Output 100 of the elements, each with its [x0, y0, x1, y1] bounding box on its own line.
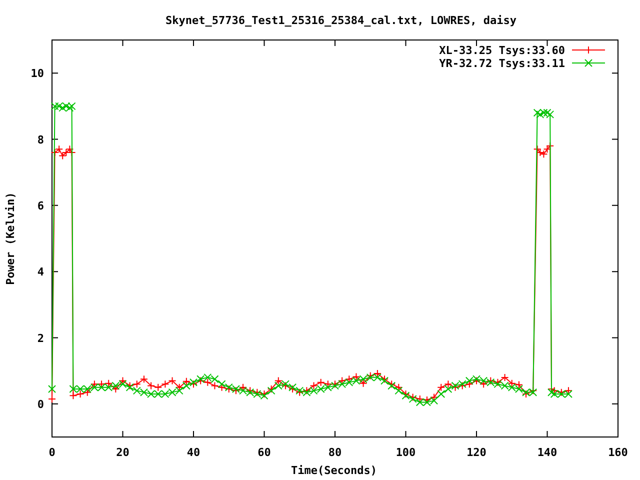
data-point: [546, 110, 554, 118]
data-point: [310, 382, 318, 390]
data-point: [104, 379, 113, 388]
data-point: [58, 104, 67, 112]
data-point: [83, 388, 92, 396]
data-point: [239, 383, 248, 392]
data-point: [550, 386, 558, 395]
data-point: [494, 378, 502, 386]
x-tick-label: 80: [328, 446, 342, 459]
data-point: [480, 380, 488, 388]
data-point: [288, 385, 297, 394]
data-point: [338, 380, 346, 388]
data-point: [430, 393, 438, 402]
data-point: [224, 385, 233, 394]
data-point: [324, 380, 332, 388]
y-tick-label: 8: [37, 133, 44, 146]
data-point: [168, 376, 176, 385]
data-point: [345, 378, 354, 386]
data-point: [90, 383, 98, 392]
data-point: [543, 145, 552, 154]
x-tick-label: 140: [537, 446, 558, 459]
data-point: [338, 376, 346, 385]
data-point: [536, 148, 544, 156]
data-point: [50, 148, 59, 156]
x-tick-label: 100: [396, 446, 416, 459]
data-point: [132, 380, 141, 388]
data-point: [564, 386, 572, 395]
data-point: [522, 388, 530, 396]
data-point: [508, 379, 516, 388]
data-point: [68, 102, 76, 110]
data-point: [62, 148, 70, 156]
data-point: [444, 385, 452, 394]
data-point: [62, 102, 70, 110]
data-point: [204, 373, 212, 382]
data-point: [161, 380, 170, 388]
x-tick-label: 40: [186, 446, 200, 459]
data-point: [132, 386, 141, 395]
legend-label: YR-32.72 Tsys:33.11: [439, 57, 565, 70]
y-tick-label: 10: [30, 67, 44, 80]
x-tick-label: 20: [116, 446, 130, 459]
data-point: [533, 145, 542, 154]
data-point: [352, 376, 360, 385]
data-point: [416, 394, 424, 403]
data-point: [536, 110, 544, 118]
data-point: [373, 369, 382, 378]
data-point: [239, 386, 248, 395]
data-point: [352, 372, 360, 381]
data-point: [316, 378, 325, 386]
x-tick-label: 160: [608, 446, 628, 459]
chart-title: Skynet_57736_Test1_25316_25384_cal.txt, LOWRES, daisy: [166, 14, 516, 27]
data-point: [540, 150, 548, 158]
data-point: [416, 398, 424, 406]
data-point: [310, 386, 318, 395]
x-tick-label: 0: [48, 446, 56, 459]
data-point: [50, 102, 59, 110]
data-point: [118, 380, 127, 388]
data-point: [253, 388, 262, 396]
y-tick-label: 2: [37, 332, 44, 345]
data-point: [154, 383, 162, 392]
data-point: [98, 380, 106, 388]
data-point: [557, 388, 566, 396]
data-point: [444, 380, 452, 388]
data-point: [104, 383, 113, 392]
data-point: [514, 385, 523, 394]
data-point: [218, 380, 226, 388]
data-point: [66, 104, 74, 112]
data-point: [140, 388, 148, 396]
data-point: [55, 102, 64, 110]
y-tick-label: 0: [37, 398, 44, 411]
data-point: [465, 380, 474, 388]
data-point: [69, 385, 78, 394]
data-point: [324, 383, 332, 392]
data-point: [69, 392, 78, 400]
data-point: [465, 376, 474, 385]
data-point: [66, 145, 74, 154]
data-point: [175, 383, 184, 392]
data-point: [543, 108, 552, 117]
data-point: [218, 383, 226, 392]
data-point: [394, 386, 403, 395]
data-point: [494, 380, 502, 388]
data-point: [359, 379, 368, 388]
data-point: [508, 383, 516, 392]
data-point: [345, 375, 354, 384]
data-point: [480, 376, 488, 385]
data-point: [402, 392, 410, 400]
data-point: [112, 382, 120, 390]
data-point: [359, 375, 368, 384]
data-point: [437, 383, 446, 392]
legend-label: XL-33.25 Tsys:33.60: [439, 44, 565, 57]
data-point: [430, 396, 438, 405]
data-point: [55, 145, 64, 154]
data-point: [224, 383, 233, 392]
data-point: [204, 378, 212, 386]
data-point: [274, 376, 282, 385]
data-point: [422, 396, 431, 404]
data-point: [76, 385, 84, 394]
data-point: [514, 380, 523, 389]
data-point: [540, 108, 548, 117]
x-tick-label: 120: [466, 446, 486, 459]
data-point: [210, 382, 219, 390]
